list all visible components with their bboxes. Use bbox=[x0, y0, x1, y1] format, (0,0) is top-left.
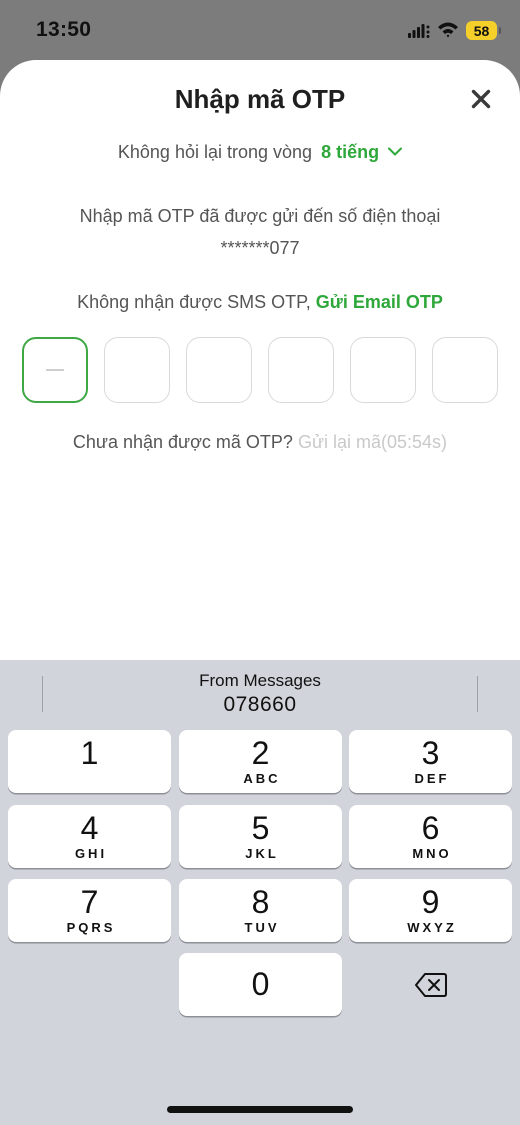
key-digit: 4 bbox=[80, 810, 99, 846]
autofill-suggestion-bar: From Messages 078660 bbox=[0, 660, 520, 728]
status-bar: 13:50 58 bbox=[0, 0, 520, 62]
key-letters: MNO bbox=[412, 846, 452, 861]
resend-label: Chưa nhận được mã OTP? bbox=[72, 432, 293, 452]
no-sms-label: Không nhận được SMS OTP, bbox=[77, 292, 311, 312]
key-letters: JKL bbox=[245, 846, 279, 861]
close-button[interactable] bbox=[466, 86, 496, 112]
backspace-icon bbox=[414, 972, 447, 997]
key-4[interactable]: 4 GHI bbox=[8, 805, 171, 868]
key-letters: DEF bbox=[414, 771, 450, 786]
key-letters: PQRS bbox=[66, 920, 116, 935]
suggestion-code: 078660 bbox=[223, 693, 297, 716]
suggestion-source: From Messages bbox=[199, 671, 321, 690]
resend-row: Chưa nhận được mã OTP? Gửi lại mã(05:54s… bbox=[0, 432, 520, 453]
otp-cursor bbox=[46, 369, 64, 371]
sheet-title: Nhập mã OTP bbox=[174, 84, 346, 114]
otp-autofill-suggestion[interactable]: From Messages 078660 bbox=[60, 670, 460, 722]
otp-sheet: Nhập mã OTP Không hỏi lại trong vòng 8 t… bbox=[0, 60, 520, 660]
key-0[interactable]: 0 bbox=[179, 953, 342, 1016]
key-1[interactable]: 1 bbox=[8, 730, 171, 793]
chevron-down-icon[interactable] bbox=[388, 147, 403, 156]
status-time: 13:50 bbox=[36, 18, 92, 41]
suggestion-divider bbox=[477, 676, 478, 712]
battery-level: 58 bbox=[473, 22, 490, 39]
otp-description: Nhập mã OTP đã được gửi đến số điện thoạ… bbox=[79, 206, 441, 226]
key-digit: 1 bbox=[80, 735, 99, 771]
suggestion-divider bbox=[42, 676, 43, 712]
key-digit: 8 bbox=[251, 884, 270, 920]
wifi-icon bbox=[438, 22, 458, 38]
key-letters: TUV bbox=[244, 920, 280, 935]
key-9[interactable]: 9 WXYZ bbox=[349, 879, 512, 942]
send-email-otp-link[interactable]: Gửi Email OTP bbox=[316, 292, 443, 312]
key-digit: 6 bbox=[421, 810, 440, 846]
otp-digit-box-6[interactable] bbox=[432, 337, 498, 403]
resend-code-link[interactable]: Gửi lại mã bbox=[298, 432, 381, 452]
close-icon bbox=[471, 89, 491, 109]
key-letters: ABC bbox=[243, 771, 281, 786]
numeric-keyboard: From Messages 078660 1 2 ABC 3 DEF 4 GHI… bbox=[0, 660, 520, 1125]
key-digit: 9 bbox=[421, 884, 440, 920]
key-3[interactable]: 3 DEF bbox=[349, 730, 512, 793]
otp-digit-box-5[interactable] bbox=[350, 337, 416, 403]
key-digit: 0 bbox=[251, 966, 270, 1002]
key-7[interactable]: 7 PQRS bbox=[8, 879, 171, 942]
home-indicator[interactable] bbox=[167, 1106, 353, 1113]
resend-timer: (05:54s) bbox=[381, 432, 448, 452]
remember-duration-selector[interactable]: Không hỏi lại trong vòng 8 tiếng bbox=[0, 142, 520, 163]
battery-icon: 58 bbox=[466, 21, 501, 40]
remember-value[interactable]: 8 tiếng bbox=[321, 142, 379, 162]
otp-digit-box-4[interactable] bbox=[268, 337, 334, 403]
signal-icon bbox=[408, 24, 430, 38]
otp-digit-box-1[interactable] bbox=[22, 337, 88, 403]
key-2[interactable]: 2 ABC bbox=[179, 730, 342, 793]
key-digit: 3 bbox=[421, 735, 440, 771]
key-letters: GHI bbox=[74, 846, 108, 861]
key-digit: 5 bbox=[251, 810, 270, 846]
key-digit: 2 bbox=[251, 735, 270, 771]
key-8[interactable]: 8 TUV bbox=[179, 879, 342, 942]
remember-label: Không hỏi lại trong vòng bbox=[117, 142, 313, 162]
otp-digit-box-3[interactable] bbox=[186, 337, 252, 403]
key-digit: 7 bbox=[80, 884, 99, 920]
key-5[interactable]: 5 JKL bbox=[179, 805, 342, 868]
otp-digit-box-2[interactable] bbox=[104, 337, 170, 403]
key-letters: WXYZ bbox=[407, 920, 457, 935]
key-6[interactable]: 6 MNO bbox=[349, 805, 512, 868]
phone-number-masked: *******077 bbox=[220, 238, 300, 258]
no-sms-row: Không nhận được SMS OTP, Gửi Email OTP bbox=[0, 292, 520, 313]
backspace-key[interactable] bbox=[349, 953, 512, 1016]
